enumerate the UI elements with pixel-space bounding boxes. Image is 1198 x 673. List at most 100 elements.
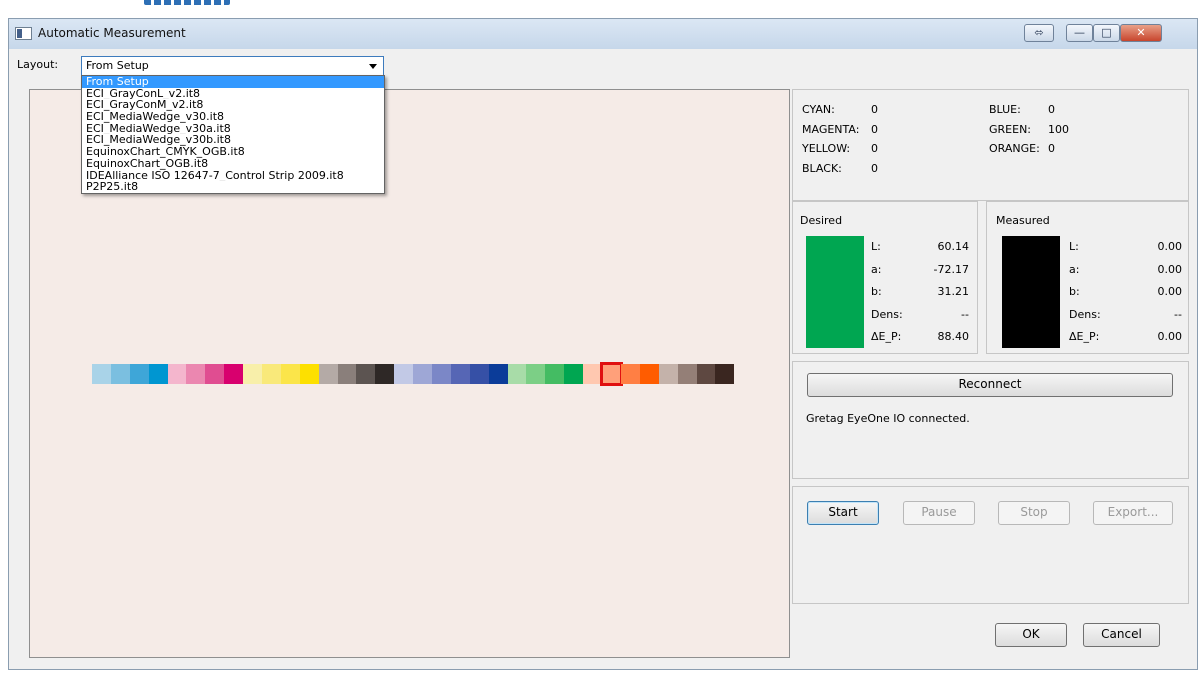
color-patch[interactable] (696, 364, 716, 384)
selected-color-patch[interactable] (600, 362, 623, 386)
device-status-text: Gretag EyeOne IO connected. (806, 412, 970, 425)
desired-row-value: 88.40 (937, 330, 970, 343)
start-button[interactable]: Start (807, 501, 879, 525)
color-patch[interactable] (488, 364, 508, 384)
measured-row-value: 0.00 (1157, 285, 1183, 298)
desired-row-label: Dens: (871, 307, 903, 321)
minimize-button[interactable]: — (1066, 24, 1093, 42)
layout-option[interactable]: ECI_MediaWedge_v30.it8 (82, 111, 384, 123)
colorant-value: 0 (871, 161, 878, 175)
color-patch[interactable] (620, 364, 640, 384)
layout-option[interactable]: ECI_GrayConM_v2.it8 (82, 99, 384, 111)
colorant-name: CYAN: (802, 103, 835, 116)
colorant-value: 0 (871, 103, 878, 116)
measured-row-label: L: (1069, 240, 1079, 253)
color-patch[interactable] (280, 364, 300, 384)
color-patch[interactable] (507, 364, 527, 384)
color-patch[interactable] (205, 364, 225, 384)
color-patch[interactable] (677, 364, 697, 384)
color-patch[interactable] (469, 364, 489, 384)
color-patch[interactable] (450, 364, 470, 384)
measured-row-label: ΔE_P: (1069, 330, 1100, 343)
color-patch[interactable] (110, 364, 130, 384)
swap-arrows-icon[interactable]: ⬄ (1024, 24, 1054, 42)
color-patch[interactable] (526, 364, 546, 384)
title-bar[interactable]: Automatic Measurement ⬄ — □ ✕ (9, 19, 1197, 49)
colorant-value: 0 (1048, 142, 1055, 155)
colorant-value: 100 (1048, 122, 1069, 136)
chevron-down-icon[interactable] (369, 64, 377, 69)
close-button[interactable]: ✕ (1120, 24, 1162, 42)
colorant-value: 0 (871, 122, 878, 136)
color-patch[interactable] (715, 364, 735, 384)
device-panel: Reconnect Gretag EyeOne IO connected. (792, 361, 1189, 479)
color-patch[interactable] (224, 364, 244, 384)
color-patch[interactable] (413, 364, 433, 384)
measured-row-label: b: (1069, 285, 1080, 298)
colorant-value: 0 (1048, 103, 1055, 116)
colorant-name: BLACK: (802, 161, 842, 175)
desired-row-value: -72.17 (933, 262, 969, 276)
color-patch[interactable] (658, 364, 678, 384)
cancel-button[interactable]: Cancel (1083, 623, 1160, 647)
layout-option[interactable]: ECI_MediaWedge_v30a.it8 (82, 123, 384, 135)
colorant-name: ORANGE: (989, 142, 1040, 155)
color-patch[interactable] (337, 364, 357, 384)
color-patch[interactable] (356, 364, 376, 384)
desired-row-label: L: (871, 240, 881, 253)
measured-color-swatch (1002, 236, 1060, 348)
color-patch[interactable] (92, 364, 111, 384)
reconnect-button[interactable]: Reconnect (807, 373, 1173, 397)
layout-label: Layout: (17, 58, 59, 71)
export-button[interactable]: Export... (1093, 501, 1173, 525)
color-patch[interactable] (148, 364, 168, 384)
window-icon (15, 27, 32, 40)
layout-option[interactable]: EquinoxChart_CMYK_OGB.it8 (82, 146, 384, 158)
layout-option[interactable]: EquinoxChart_OGB.it8 (82, 158, 384, 170)
color-patch[interactable] (243, 364, 263, 384)
color-patch[interactable] (639, 364, 659, 384)
desired-row-label: ΔE_P: (871, 330, 902, 343)
layout-option[interactable]: From Setup (82, 76, 384, 88)
color-patch[interactable] (564, 364, 584, 384)
color-patch[interactable] (545, 364, 565, 384)
color-patch[interactable] (432, 364, 451, 384)
desired-row-label: b: (871, 285, 882, 298)
color-patch[interactable] (262, 364, 281, 384)
layout-option[interactable]: ECI_MediaWedge_v30b.it8 (82, 134, 384, 146)
measured-row-value: -- (1174, 307, 1182, 321)
layout-dropdown-list[interactable]: From Setup ECI_GrayConL_v2.it8 ECI_GrayCon… (81, 75, 385, 194)
layout-combo-value: From Setup (86, 59, 149, 72)
colorant-value: 0 (871, 142, 878, 155)
desired-row-value: 60.14 (937, 240, 970, 253)
layout-combo[interactable]: From Setup (81, 56, 384, 76)
colorant-name: BLUE: (989, 103, 1021, 116)
color-patch[interactable] (394, 364, 414, 384)
desired-row-value: 31.21 (937, 285, 970, 298)
measured-row-label: Dens: (1069, 307, 1101, 321)
colorant-name: GREEN: (989, 122, 1032, 136)
color-patch[interactable] (129, 364, 149, 384)
colorant-panel: CYAN: 0 MAGENTA: 0 YELLOW: 0 BLACK: 0 BLUE: 0 GRE… (792, 89, 1189, 201)
window-title: Automatic Measurement (38, 26, 186, 40)
maximize-button[interactable]: □ (1093, 24, 1120, 42)
color-patch[interactable] (186, 364, 206, 384)
color-patch[interactable] (299, 364, 319, 384)
layout-option[interactable]: ECI_GrayConL_v2.it8 (82, 88, 384, 100)
measured-row-value: 0.00 (1157, 240, 1183, 253)
color-patch[interactable] (318, 364, 338, 384)
desired-title: Desired (800, 214, 843, 227)
colorant-name: MAGENTA: (802, 122, 860, 136)
stop-button[interactable]: Stop (998, 501, 1070, 525)
color-patch[interactable] (167, 364, 187, 384)
color-patch-strip (92, 362, 735, 386)
background-title-fragment (140, 0, 235, 8)
measurement-controls-panel: Start Pause Stop Export... (792, 486, 1189, 604)
color-patch[interactable] (375, 364, 395, 384)
layout-option[interactable]: P2P25.it8 (82, 181, 384, 193)
ok-button[interactable]: OK (995, 623, 1067, 647)
pause-button[interactable]: Pause (903, 501, 975, 525)
layout-option[interactable]: IDEAlliance ISO 12647-7_Control Strip 20… (82, 170, 384, 182)
desired-row-value: -- (961, 307, 969, 321)
measured-row-value: 0.00 (1157, 262, 1183, 276)
